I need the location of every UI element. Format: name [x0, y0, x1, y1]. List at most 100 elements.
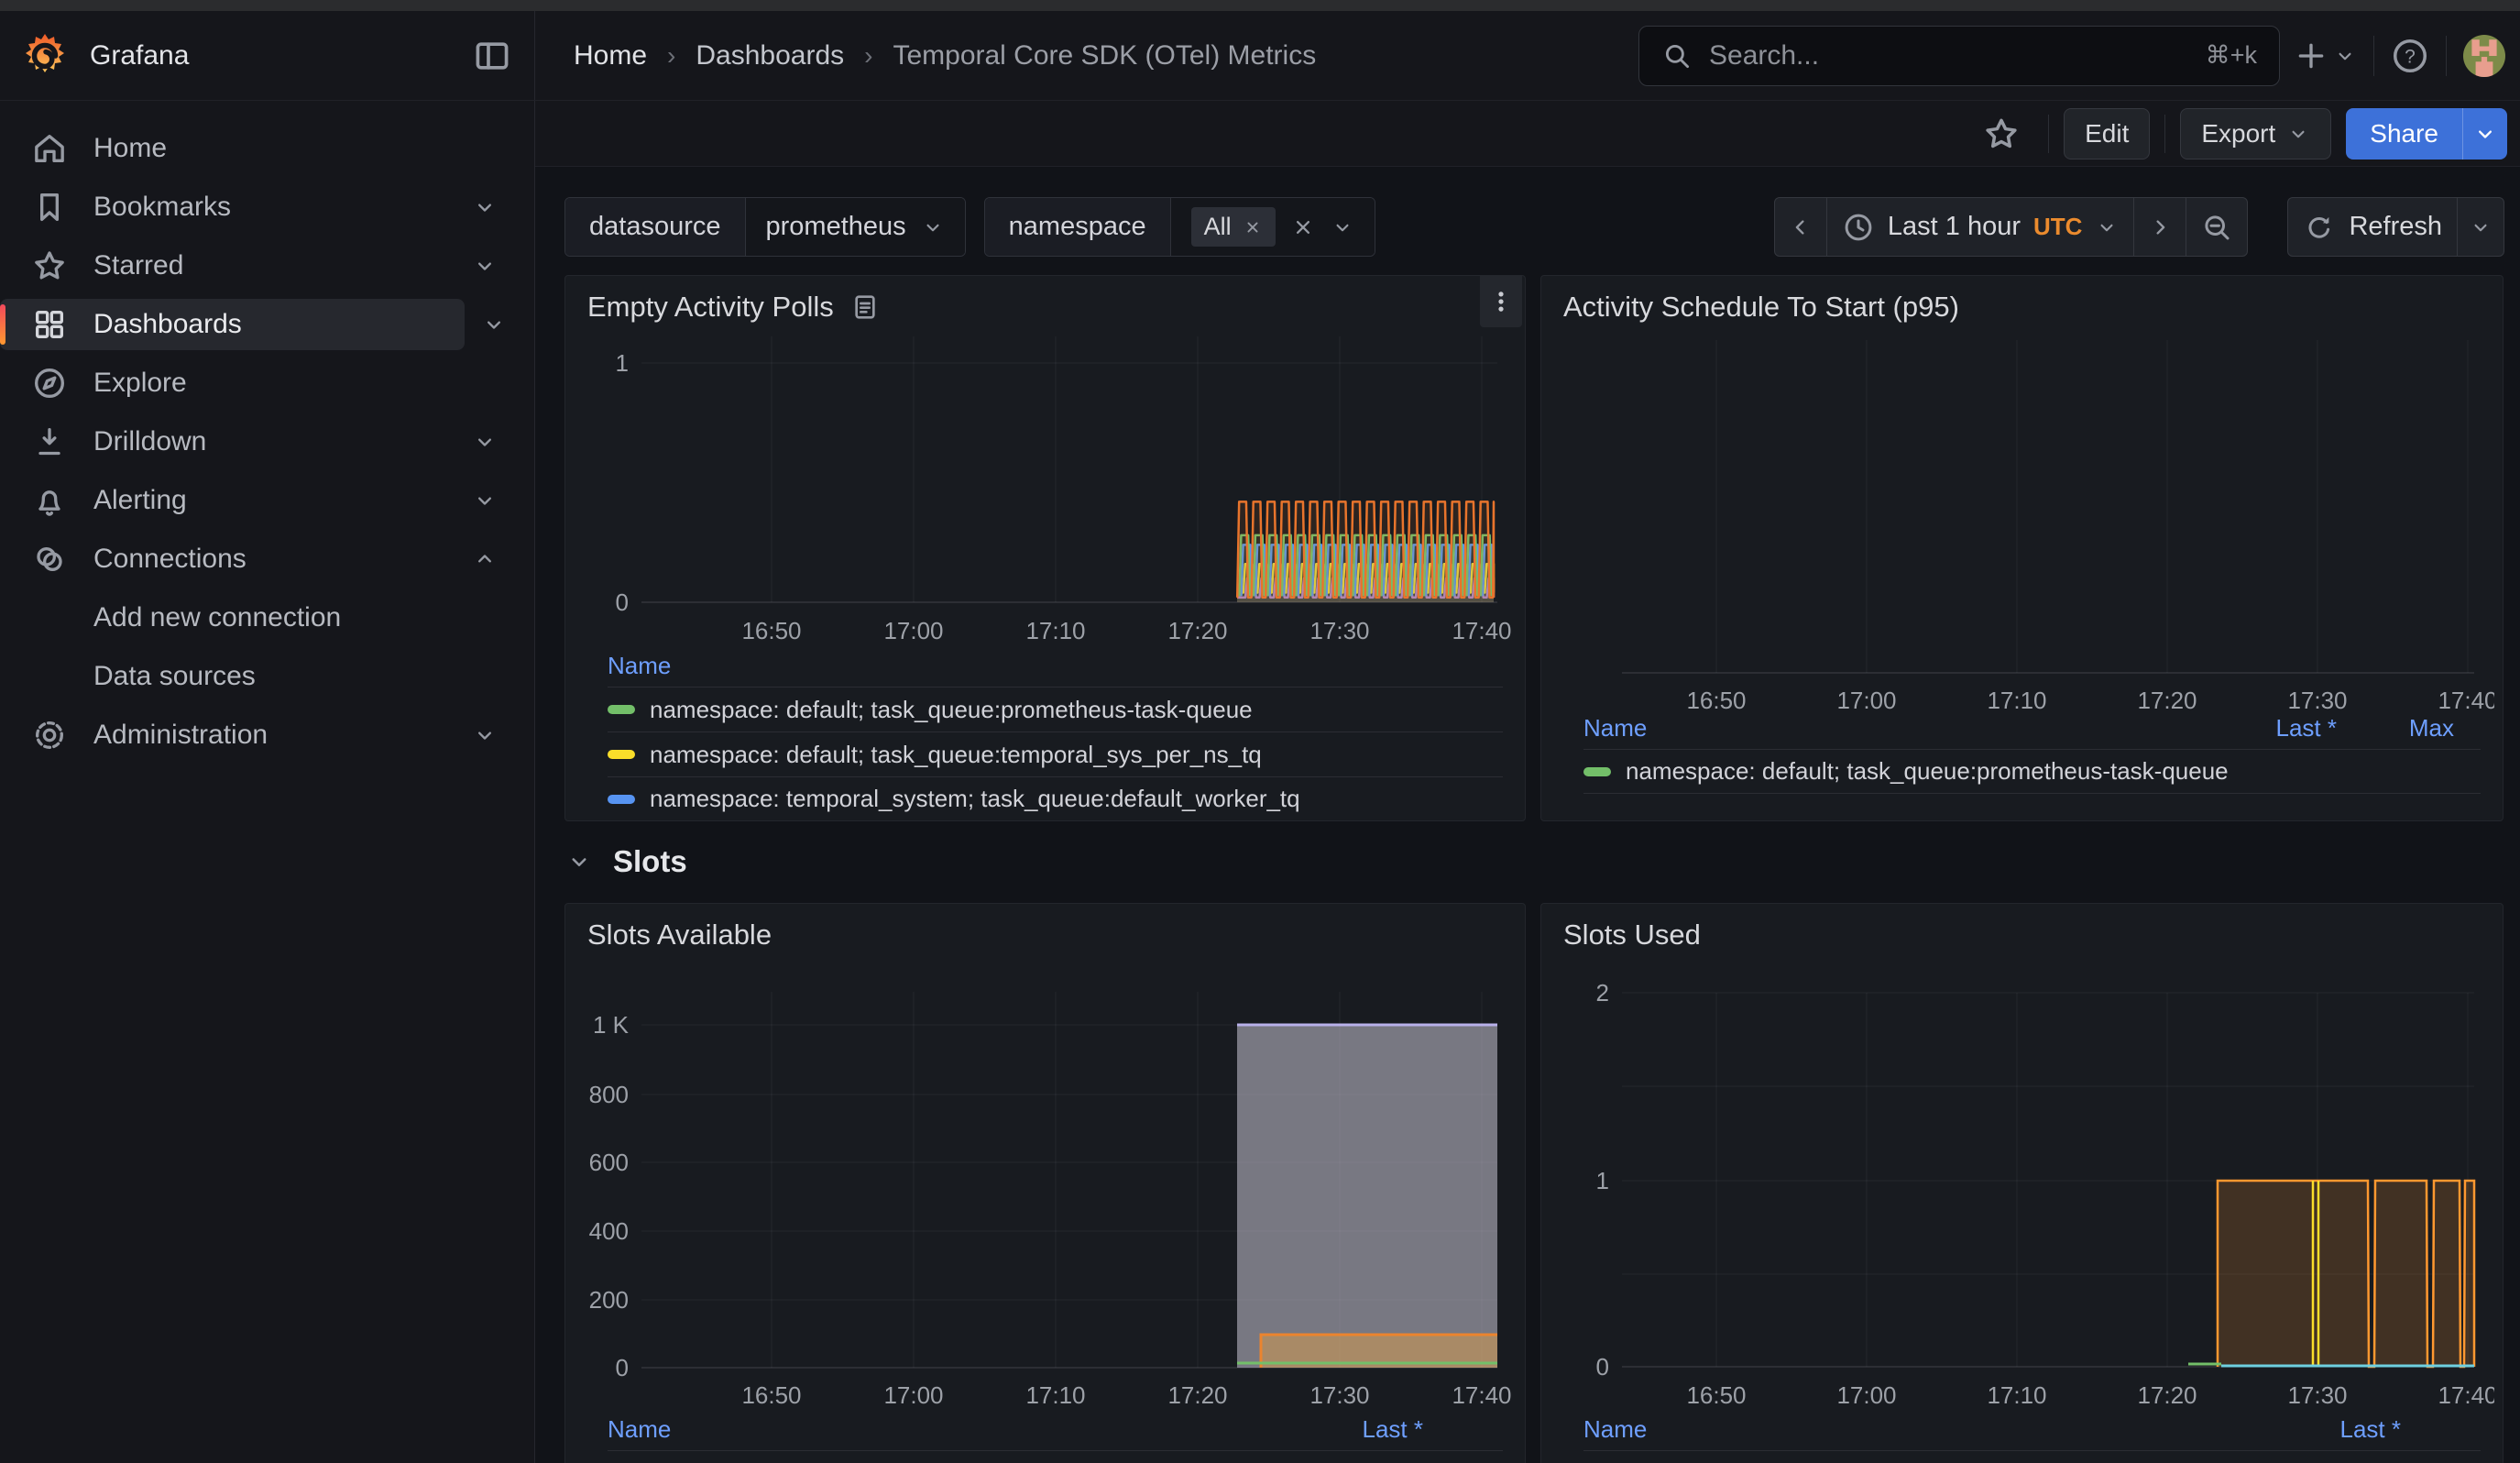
series-color-pill [608, 795, 635, 804]
legend-column-name[interactable]: Name [1583, 714, 1647, 742]
search-placeholder: Search... [1709, 40, 2189, 72]
help-icon[interactable]: ? [2391, 37, 2429, 75]
legend-item[interactable]: namespace: default; task_queue:prometheu… [608, 687, 1503, 732]
share-button[interactable]: Share [2346, 108, 2462, 160]
chevron-down-icon [472, 488, 498, 513]
chevron-down-icon [472, 253, 498, 279]
sidebar-toggle-icon[interactable] [472, 36, 512, 76]
divider [2446, 36, 2447, 76]
legend-column-last[interactable]: Last * [2276, 714, 2338, 742]
panel-empty-activity-polls[interactable]: Empty Activity Polls 1016:5017:0017:1017… [564, 275, 1526, 821]
sidebar-item-add-new-connection[interactable]: Add new connection [0, 592, 525, 644]
time-range-picker[interactable]: Last 1 hour UTC [1827, 198, 2135, 256]
legend-item[interactable]: namespace: default; task_queue:temporal_… [608, 732, 1503, 776]
sidebar-item-connections[interactable]: Connections [0, 534, 525, 585]
panel-legend: Name Last * namespace: default; task_que… [608, 1415, 1503, 1463]
export-button[interactable]: Export [2180, 108, 2331, 160]
row-toggle-slots[interactable]: Slots [565, 842, 687, 882]
refresh-button[interactable]: Refresh [2288, 198, 2458, 256]
svg-text:200: 200 [589, 1286, 629, 1314]
panel-description-icon[interactable] [850, 292, 880, 322]
namespace-tag-all[interactable]: All [1191, 207, 1276, 247]
sidebar-item-starred[interactable]: Starred [0, 240, 525, 292]
panel-title[interactable]: Activity Schedule To Start (p95) [1563, 291, 1959, 324]
sidebar-item-home[interactable]: Home [0, 123, 525, 174]
grafana-logo [20, 31, 70, 81]
svg-text:17:40: 17:40 [2438, 687, 2497, 714]
time-zoom-out-button[interactable] [2186, 198, 2247, 256]
breadcrumb-separator: › [864, 41, 872, 71]
user-avatar[interactable] [2463, 35, 2505, 77]
legend-column-last[interactable]: Last * [1363, 1415, 1424, 1444]
timeseries-chart[interactable]: 1 K800600400200016:5017:0017:1017:2017:3… [565, 904, 1526, 1463]
svg-text:17:20: 17:20 [2137, 687, 2197, 714]
legend-item[interactable]: namespace: default; task_queue:prometheu… [608, 1450, 1503, 1463]
nav-sidebar: Home Bookmarks Starred Dashboards Explor… [0, 101, 535, 1463]
breadcrumb-separator: › [667, 41, 675, 71]
series-color-pill [608, 750, 635, 759]
app-header: Grafana Home › Dashboards › Temporal Cor… [0, 11, 2520, 101]
time-shift-back-button[interactable] [1775, 198, 1827, 256]
panel-title[interactable]: Slots Available [587, 918, 772, 952]
svg-text:17:30: 17:30 [1309, 1381, 1369, 1409]
panel-menu-kebab-icon[interactable] [1480, 276, 1522, 327]
sidebar-item-data-sources[interactable]: Data sources [0, 651, 525, 702]
legend-item[interactable]: namespace: default; task_queue:prometheu… [1583, 1450, 2481, 1463]
svg-text:17:20: 17:20 [2137, 1381, 2197, 1409]
svg-text:17:30: 17:30 [2287, 687, 2347, 714]
refresh-interval-chevron[interactable] [2458, 198, 2504, 256]
edit-button[interactable]: Edit [2064, 108, 2150, 160]
sidebar-item-explore[interactable]: Explore [0, 358, 525, 409]
favorite-star-icon[interactable] [1982, 115, 2021, 153]
svg-text:17:40: 17:40 [1452, 617, 1511, 644]
legend-item[interactable]: namespace: temporal_system; task_queue:d… [608, 776, 1503, 821]
svg-text:17:20: 17:20 [1167, 1381, 1227, 1409]
namespace-label: namespace [985, 198, 1171, 256]
breadcrumb-dashboards[interactable]: Dashboards [696, 40, 844, 72]
panel-slots-used[interactable]: Slots Used 21016:5017:0017:1017:2017:301… [1540, 903, 2504, 1463]
legend-column-name[interactable]: Name [1583, 1415, 1647, 1443]
search-shortcut: ⌘+k [2206, 41, 2257, 70]
gear-icon [31, 717, 68, 754]
legend-column-max[interactable]: Max [2409, 714, 2454, 742]
chevron-down-icon [472, 429, 498, 455]
svg-text:400: 400 [589, 1217, 629, 1245]
sidebar-item-alerting[interactable]: Alerting [0, 475, 525, 526]
panel-slots-available[interactable]: Slots Available 1 K800600400200016:5017:… [564, 903, 1526, 1463]
chevron-down-icon [472, 722, 498, 748]
search-input[interactable]: Search... ⌘+k [1638, 26, 2280, 86]
namespace-variable[interactable]: namespace All [984, 197, 1375, 257]
time-shift-forward-button[interactable] [2134, 198, 2186, 256]
sidebar-item-bookmarks[interactable]: Bookmarks [0, 182, 525, 233]
panel-title[interactable]: Slots Used [1563, 918, 1701, 952]
panel-activity-schedule-to-start[interactable]: Activity Schedule To Start (p95) 16:5017… [1540, 275, 2504, 821]
chevron-down-icon [481, 312, 507, 337]
datasource-label: datasource [565, 198, 746, 256]
sidebar-item-administration[interactable]: Administration [0, 710, 525, 761]
bell-icon [31, 482, 68, 519]
breadcrumb-home[interactable]: Home [574, 40, 647, 72]
refresh-group: Refresh [2287, 197, 2504, 257]
clear-all-icon[interactable] [1290, 214, 1316, 240]
clock-icon [1842, 211, 1875, 244]
legend-column-name[interactable]: Name [608, 1415, 671, 1443]
legend-column-last[interactable]: Last * [2340, 1415, 2402, 1444]
panel-legend: Name namespace: default; task_queue:prom… [608, 652, 1503, 821]
legend-column-name[interactable]: Name [608, 652, 671, 679]
svg-text:1: 1 [616, 349, 629, 377]
brand-title: Grafana [90, 40, 472, 72]
datasource-variable[interactable]: datasource prometheus [564, 197, 966, 257]
divider [2373, 36, 2374, 76]
share-split-button: Share [2346, 108, 2507, 160]
share-menu-chevron[interactable] [2462, 108, 2507, 160]
panel-title[interactable]: Empty Activity Polls [587, 291, 834, 324]
svg-text:0: 0 [616, 1354, 629, 1381]
dashboard-toolbar: Edit Export Share [535, 101, 2520, 167]
sidebar-item-dashboards[interactable]: Dashboards [0, 299, 465, 350]
legend-item[interactable]: namespace: default; task_queue:prometheu… [1583, 749, 2481, 794]
svg-text:17:40: 17:40 [1452, 1381, 1511, 1409]
add-new-button[interactable] [2293, 38, 2357, 74]
sidebar-item-drilldown[interactable]: Drilldown [0, 416, 525, 468]
timeseries-chart[interactable]: 21016:5017:0017:1017:2017:3017:40 [1541, 904, 2504, 1463]
svg-text:16:50: 16:50 [741, 617, 801, 644]
